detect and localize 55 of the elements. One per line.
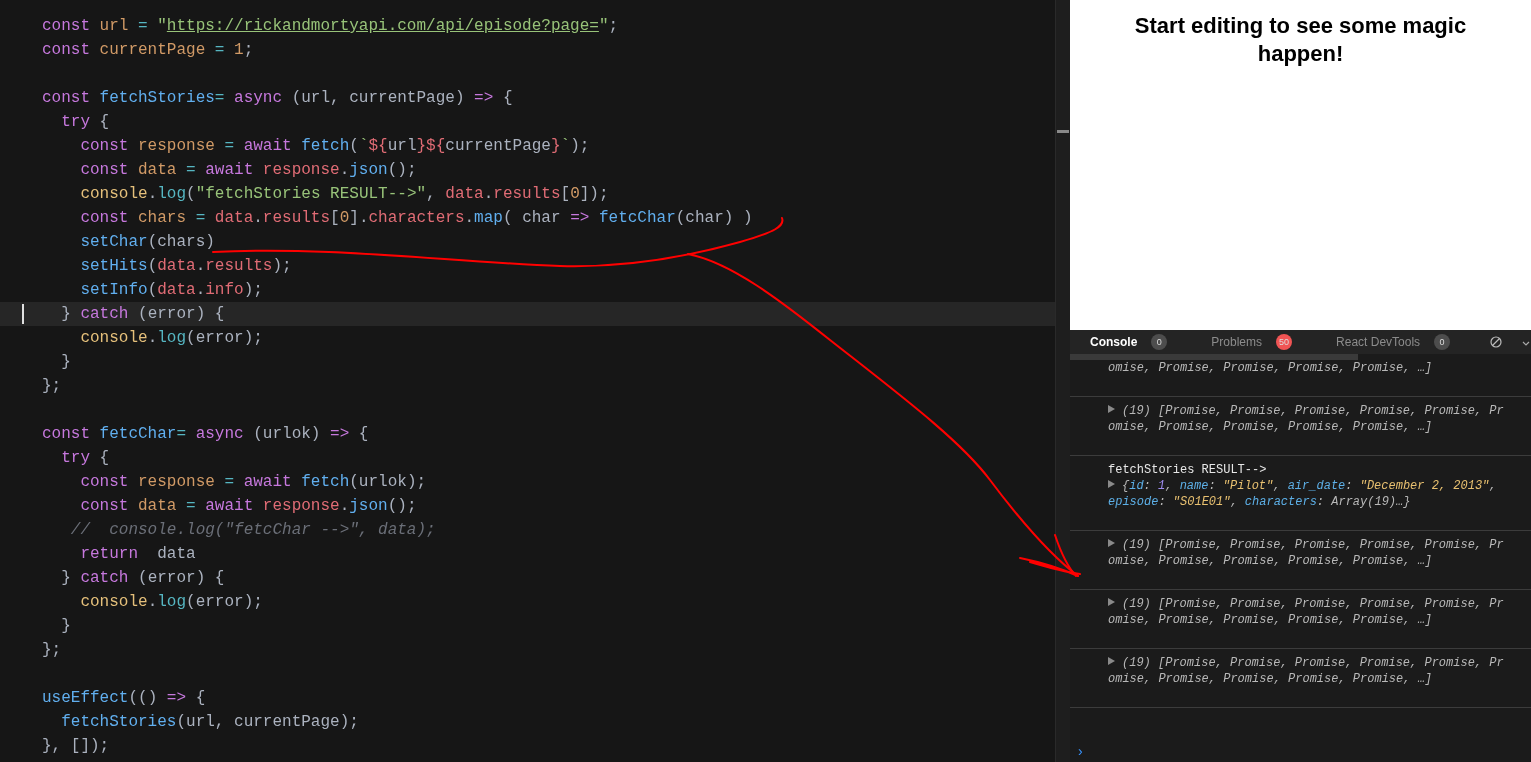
code-line: const response = await fetch(urlok); [79, 472, 428, 493]
code-line: // console.log("fetcChar -->", data); [69, 520, 437, 541]
code-line: }; [41, 376, 63, 397]
code-line: const url = "https://rickandmortyapi.com/api/episode?page="; [41, 16, 620, 37]
log-output-line: omise, Promise, Promise, Promise, Promise, …] [1108, 360, 1434, 376]
code-line: const response = await fetch(`${url}${currentPage}`); [79, 136, 591, 157]
console-tab[interactable]: Console 0 [1090, 333, 1212, 351]
code-line: console.log("fetchStories RESULT-->", data.results[0]); [79, 184, 610, 205]
log-output-line: omise, Promise, Promise, Promise, Promise, …] [1108, 612, 1434, 628]
count-badge: 0 [1434, 334, 1451, 350]
expand-arrow-icon[interactable] [1108, 405, 1115, 413]
expand-arrow-icon[interactable] [1108, 480, 1115, 488]
code-line: } catch (error) { [60, 568, 226, 589]
log-output-line: omise, Promise, Promise, Promise, Promise, …] [1108, 671, 1434, 687]
code-line: console.log(error); [79, 592, 264, 613]
chevron-down-icon[interactable] [1522, 341, 1531, 347]
count-badge: 0 [1151, 334, 1168, 350]
code-line: const chars = data.results[0].characters.map( char => fetcChar(char) ) [79, 208, 754, 229]
code-line: try { [60, 448, 111, 469]
preview-heading: Start editing to see some magic happen! [1133, 12, 1468, 68]
log-output-line: (19) [Promise, Promise, Promise, Promise, Promise, Pr [1122, 596, 1505, 612]
console-tab[interactable]: Problems 50 [1211, 333, 1337, 351]
clear-console-icon[interactable] [1490, 336, 1503, 348]
expand-arrow-icon[interactable] [1108, 539, 1115, 547]
log-output-line: (19) [Promise, Promise, Promise, Promise, Promise, Pr [1122, 403, 1505, 419]
code-line: const data = await response.json(); [79, 496, 418, 517]
code-line: try { [60, 112, 111, 133]
code-line: }, []); [41, 736, 111, 757]
code-line: fetchStories(url, currentPage); [60, 712, 360, 733]
code-line: return data [79, 544, 197, 565]
log-output-line: omise, Promise, Promise, Promise, Promise, …] [1108, 419, 1434, 435]
code-line: const data = await response.json(); [79, 160, 418, 181]
console-prompt[interactable]: › [1078, 743, 1083, 759]
code-line: const fetcChar= async (urlok) => { [41, 424, 370, 445]
expand-arrow-icon[interactable] [1108, 598, 1115, 606]
log-output-line: (19) [Promise, Promise, Promise, Promise, Promise, Pr [1122, 655, 1505, 671]
log-output-line: (19) [Promise, Promise, Promise, Promise, Promise, Pr [1122, 537, 1505, 553]
code-line: const currentPage = 1; [41, 40, 255, 61]
code-line: const fetchStories= async (url, currentPage) => { [41, 88, 514, 109]
log-output-line: omise, Promise, Promise, Promise, Promise, …] [1108, 553, 1434, 569]
code-line: setHits(data.results); [79, 256, 293, 277]
code-line: console.log(error); [79, 328, 264, 349]
code-line: useEffect(() => { [41, 688, 207, 709]
console-tab[interactable]: React DevTools 0 [1336, 333, 1495, 351]
code-line: } [60, 616, 72, 637]
code-line: setChar(chars) [79, 232, 216, 253]
code-line: } [60, 352, 72, 373]
code-line: setInfo(data.info); [79, 280, 264, 301]
expand-arrow-icon[interactable] [1108, 657, 1115, 665]
code-line: }; [41, 640, 63, 661]
log-output-line: episode: "S01E01", characters: Array(19)…} [1108, 494, 1412, 510]
log-message: fetchStories RESULT--> [1108, 462, 1268, 478]
log-output-line: {id: 1, name: "Pilot", air_date: "December 2, 2013", [1122, 478, 1498, 494]
count-badge: 50 [1276, 334, 1293, 350]
text-cursor [22, 304, 24, 324]
